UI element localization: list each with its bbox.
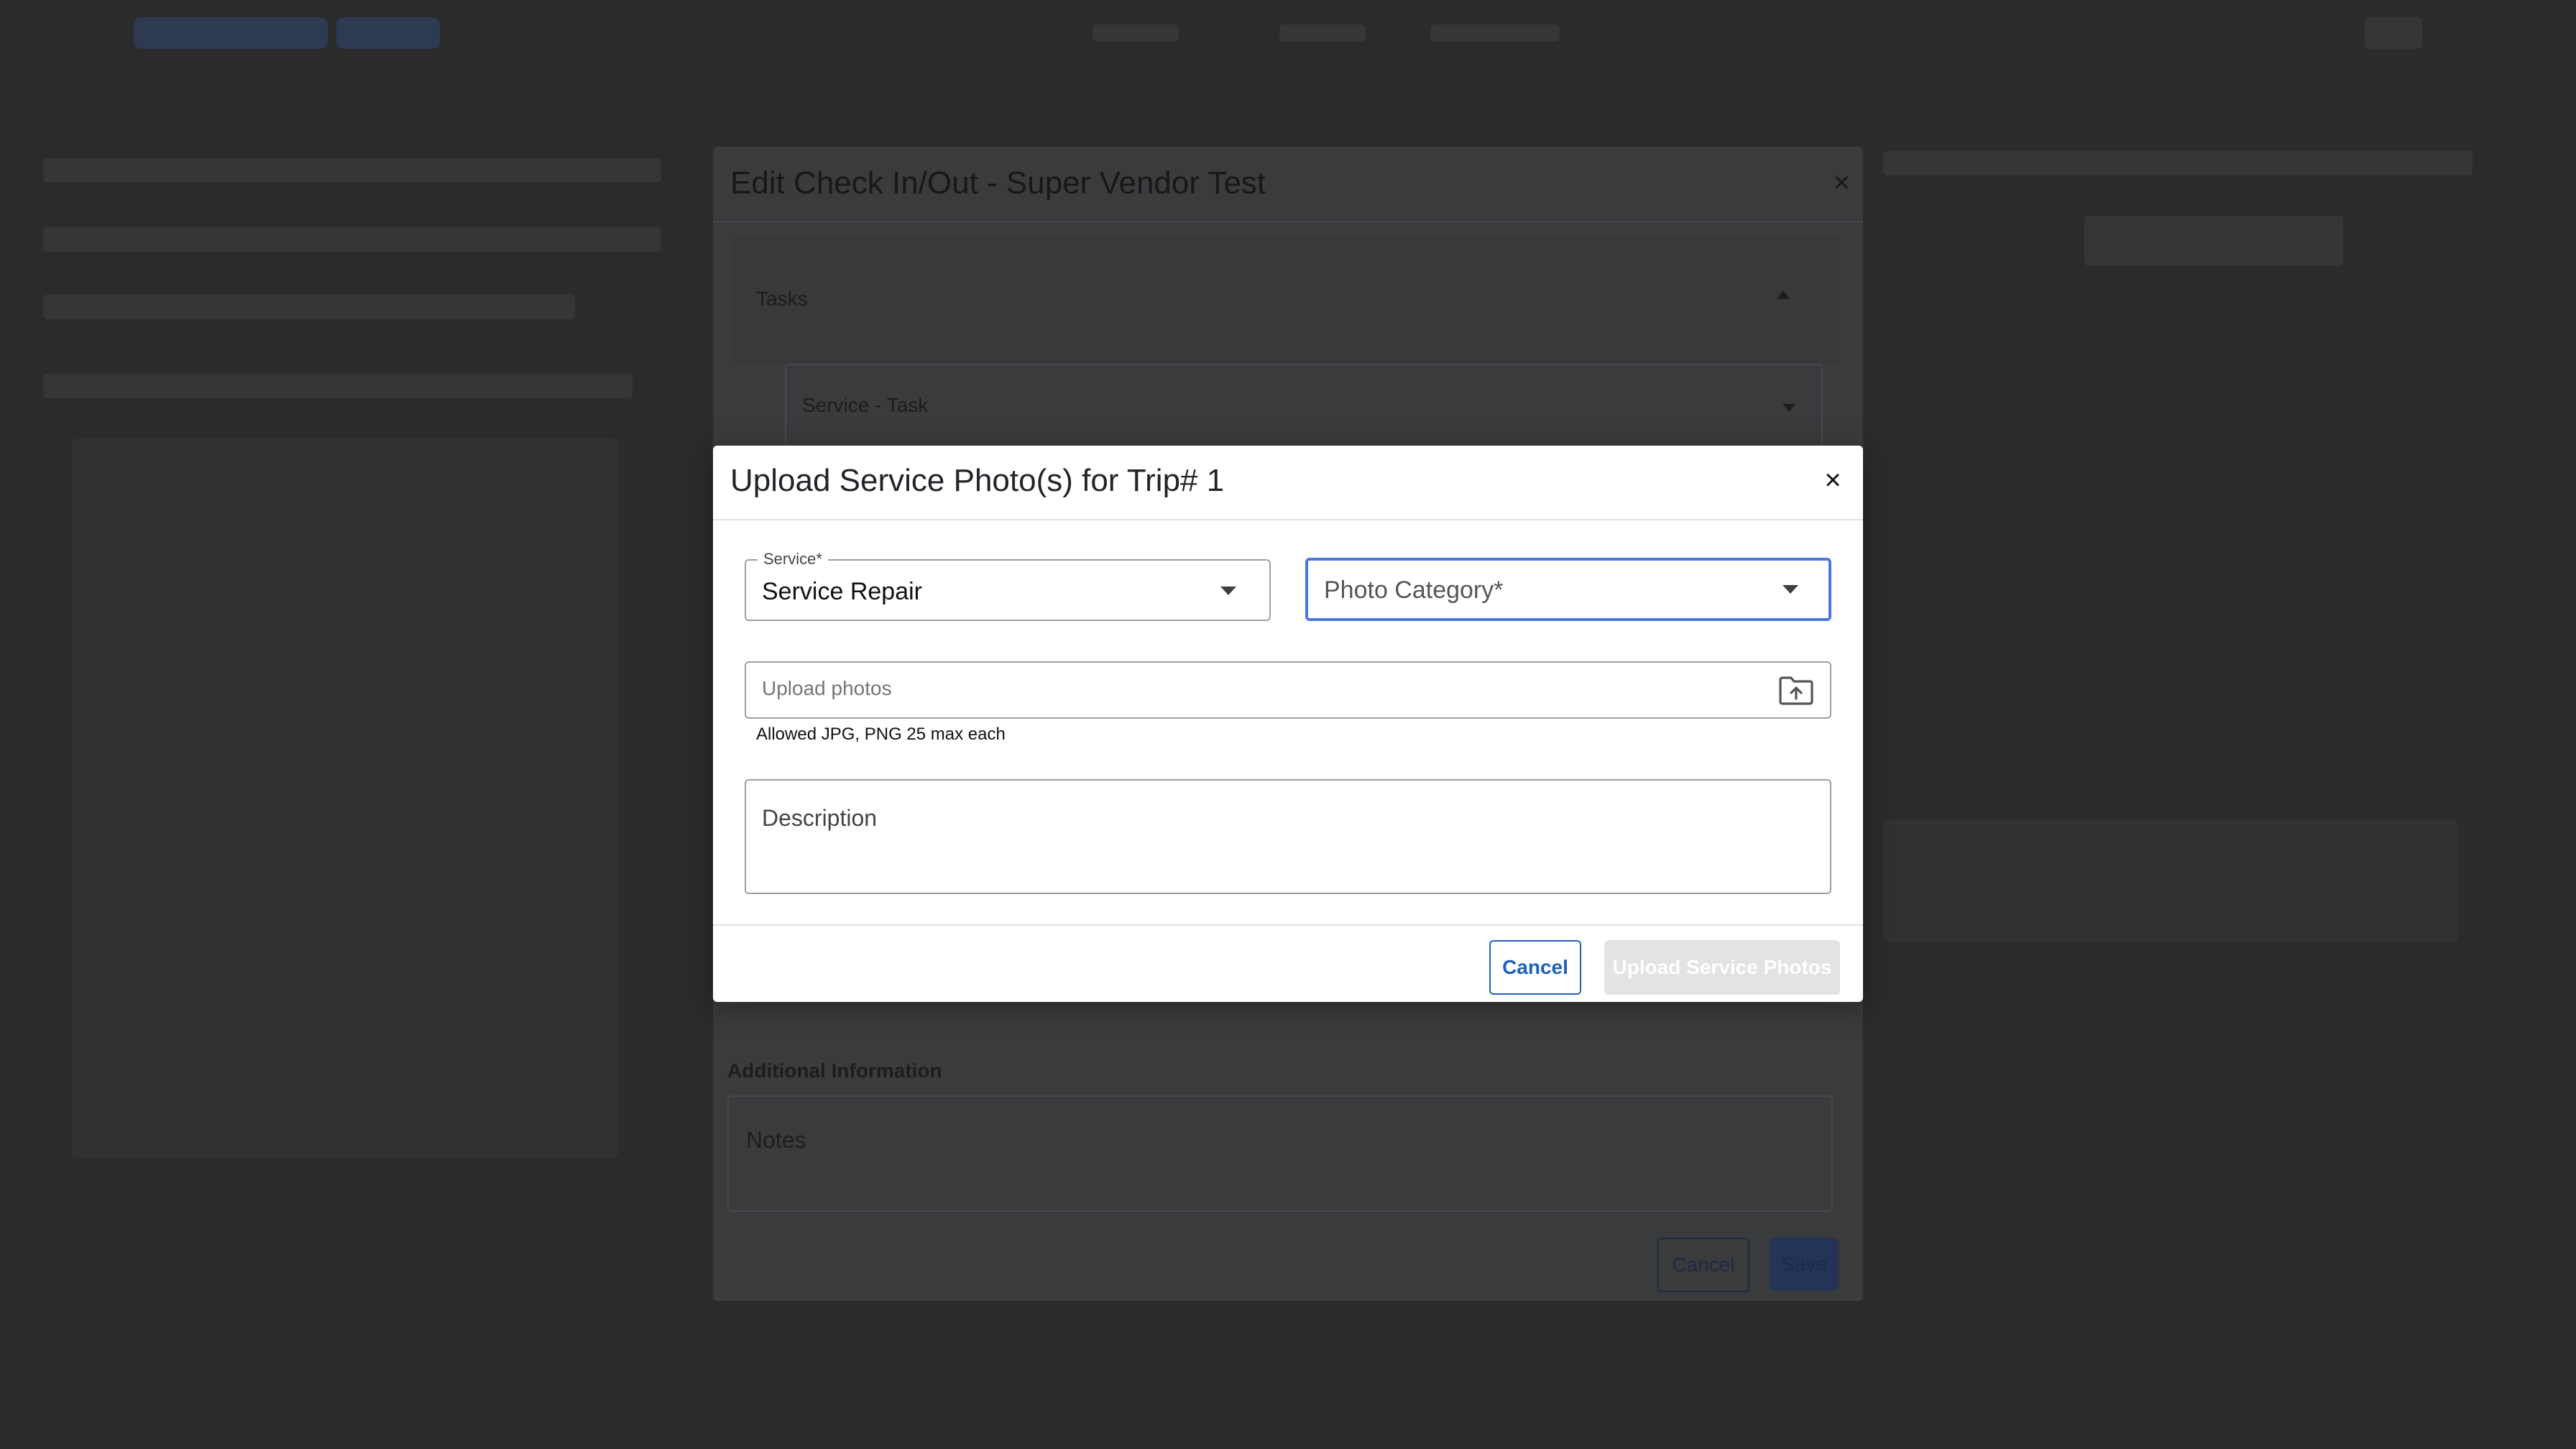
description-placeholder: Description: [762, 805, 878, 831]
service-value: Service Repair: [762, 578, 922, 605]
photo-category-select[interactable]: Photo Category*: [1305, 558, 1831, 621]
bg-user: [2365, 17, 2422, 49]
bg-logo: [134, 17, 328, 49]
tasks-label: Tasks: [756, 288, 808, 310]
service-select[interactable]: Service* Service Repair: [745, 549, 1271, 621]
notes-field: Notes: [727, 1095, 1833, 1212]
service-label: Service*: [758, 549, 828, 569]
chevron-up-icon: [1777, 290, 1790, 299]
upload-hint: Allowed JPG, PNG 25 max each: [756, 724, 1006, 744]
bg-card: [1883, 819, 2458, 942]
bg-nav-item: [1430, 24, 1560, 42]
bg-list: [72, 438, 618, 1157]
upload-modal-footer: Cancel Upload Service Photos: [713, 924, 1863, 1002]
folder-upload-icon[interactable]: [1778, 676, 1814, 706]
bg-nav-item: [1279, 24, 1366, 42]
edit-save-button: Save: [1770, 1238, 1839, 1291]
upload-service-photos-modal: Upload Service Photo(s) for Trip# 1 × Se…: [713, 446, 1863, 1002]
description-field[interactable]: Description: [745, 779, 1831, 894]
close-icon[interactable]: ×: [1817, 464, 1849, 496]
upload-photos-placeholder: Upload photos: [762, 677, 892, 699]
bg-row: [43, 295, 575, 319]
tasks-accordion: Tasks: [730, 236, 1840, 365]
bg-row: [43, 158, 661, 183]
notes-placeholder: Notes: [746, 1127, 806, 1153]
additional-information-title: Additional Information: [727, 1059, 942, 1082]
edit-modal-close-icon: ×: [1833, 167, 1850, 198]
service-task-placeholder: Service - Task: [802, 394, 929, 416]
edit-modal-title: Edit Check In/Out - Super Vendor Test: [730, 165, 1266, 201]
bg-nav-item: [1092, 24, 1179, 42]
bg-row: [1883, 151, 2472, 175]
edit-modal-header: Edit Check In/Out - Super Vendor Test ×: [713, 147, 1863, 223]
edit-cancel-button: Cancel: [1657, 1238, 1749, 1292]
cancel-button[interactable]: Cancel: [1489, 940, 1581, 995]
bg-row: [43, 227, 661, 252]
bg-button: [2084, 216, 2343, 266]
photo-category-placeholder: Photo Category*: [1324, 576, 1504, 604]
upload-modal-header: Upload Service Photo(s) for Trip# 1 ×: [713, 446, 1863, 520]
caret-down-icon: [1782, 404, 1795, 412]
caret-down-icon: [1220, 586, 1236, 595]
bg-logo-tag: [336, 17, 440, 49]
caret-down-icon: [1782, 585, 1798, 594]
upload-modal-title: Upload Service Photo(s) for Trip# 1: [730, 463, 1225, 498]
upload-photos-input[interactable]: Upload photos: [745, 661, 1831, 719]
service-task-select: Service - Task: [785, 364, 1823, 453]
bg-row: [43, 374, 632, 398]
upload-service-photos-button[interactable]: Upload Service Photos: [1604, 940, 1840, 995]
